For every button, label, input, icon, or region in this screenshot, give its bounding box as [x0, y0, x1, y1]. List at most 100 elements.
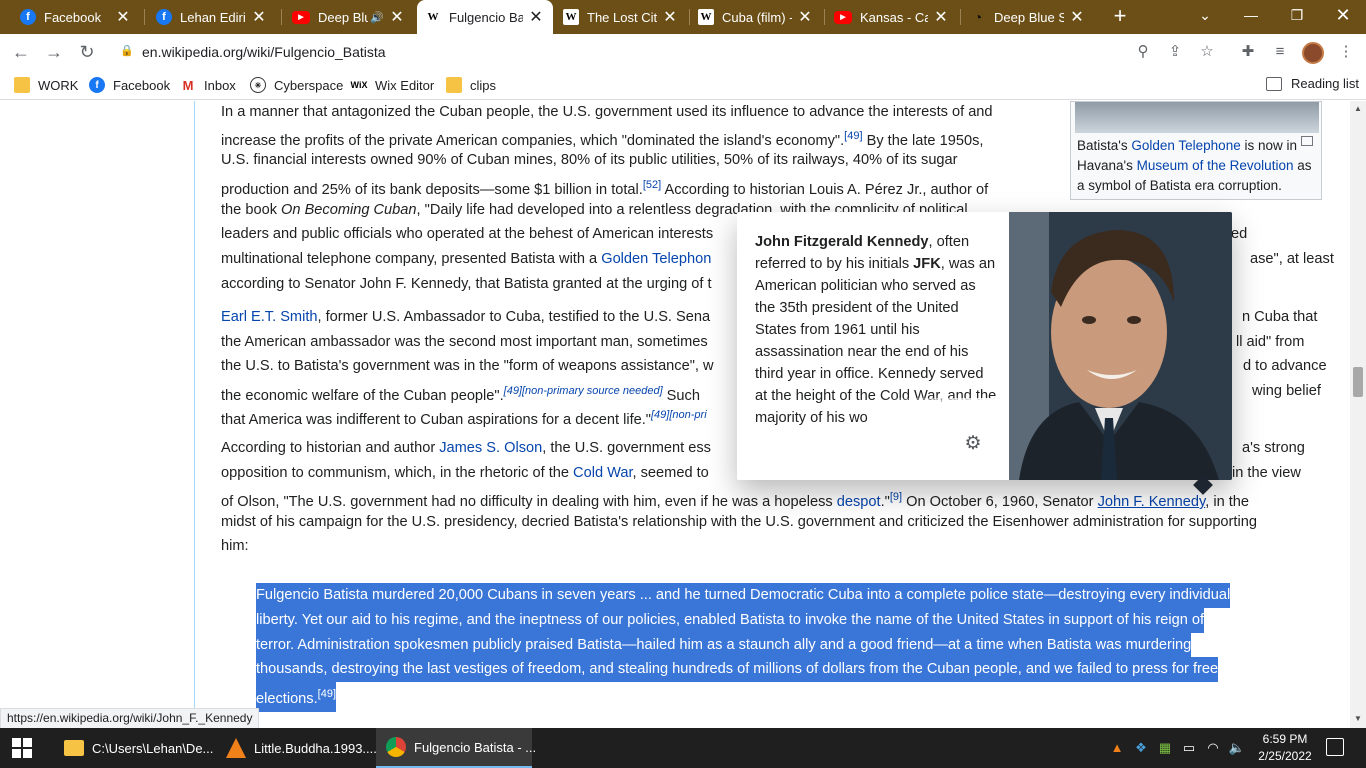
reading-list-label: Reading list — [1291, 76, 1359, 91]
golden-telephone-link[interactable]: Golden Telephon — [601, 251, 711, 267]
bookmark-cyberspace[interactable]: ✳ Cyberspace — [250, 76, 343, 94]
despot-link[interactable]: despot — [837, 494, 881, 510]
tab-cuba-film[interactable]: W Cuba (film) - ✕ — [690, 0, 822, 34]
share-icon[interactable]: ⇪ — [1166, 43, 1184, 61]
taskbar-chrome[interactable]: Fulgencio Batista - ... — [376, 728, 536, 768]
citation-link[interactable]: [49][non-primary source needed] — [504, 385, 663, 397]
close-icon[interactable]: ✕ — [796, 7, 814, 27]
tab-deep-blue-song[interactable]: ◔ Deep Blue So ✕ — [962, 0, 1094, 34]
text-line: d to advance — [1243, 358, 1327, 374]
reading-list-button[interactable]: Reading list — [1266, 76, 1359, 91]
forward-icon[interactable]: → — [42, 40, 66, 64]
tab-fulgencio-batista[interactable]: W Fulgencio Bat ✕ — [417, 0, 553, 34]
bookmark-label: WORK — [38, 77, 79, 93]
tab-lost-city[interactable]: W The Lost City ✕ — [555, 0, 687, 34]
text-line: U.S. financial interests owned 90% of Cu… — [221, 152, 958, 168]
citation-link[interactable]: [52] — [643, 179, 661, 191]
close-icon[interactable]: ✕ — [527, 7, 545, 27]
tab-strip: f Facebook ✕ f Lehan Edirisin ✕ ▶ Deep B… — [0, 0, 1366, 34]
volume-icon[interactable]: 🔈 — [1228, 738, 1246, 758]
taskbar-explorer[interactable]: C:\Users\Lehan\De... — [56, 728, 216, 768]
bookmark-star-icon[interactable]: ☆ — [1198, 43, 1216, 61]
james-olson-link[interactable]: James S. Olson — [439, 440, 542, 456]
facebook-icon: f — [20, 9, 36, 25]
text-line: opposition to communism, which, in the r… — [221, 461, 709, 486]
scroll-up-icon[interactable]: ▲ — [1353, 104, 1363, 114]
bookmark-facebook[interactable]: f Facebook — [89, 76, 170, 94]
settings-tray-icon[interactable]: ❖ — [1132, 738, 1150, 758]
notification-icon[interactable] — [1326, 738, 1344, 756]
extensions-icon[interactable]: ✚ — [1238, 42, 1258, 62]
text-line: a's strong — [1242, 440, 1305, 456]
citation-link[interactable]: [49] — [844, 130, 862, 142]
wifi-icon[interactable]: ◠ — [1204, 738, 1222, 758]
reload-icon[interactable]: ↻ — [75, 40, 99, 64]
window-close-icon[interactable]: ✕ — [1320, 0, 1366, 30]
text: According to historian Louis A. Pérez Jr… — [661, 182, 989, 198]
vlc-tray-icon[interactable]: ▲ — [1108, 738, 1126, 758]
page-preview-popup[interactable]: John Fitzgerald Kennedy, often referred … — [737, 212, 1232, 480]
avatar[interactable] — [1302, 42, 1324, 64]
back-icon[interactable]: ← — [9, 40, 33, 64]
tab-label: Deep Blue So — [994, 9, 1064, 25]
windows-start-icon[interactable] — [12, 738, 32, 758]
portrait-drawing — [1009, 212, 1232, 480]
scroll-down-icon[interactable]: ▼ — [1353, 714, 1363, 724]
tab-kansas[interactable]: ▶ Kansas - Carr ✕ — [826, 0, 958, 34]
menu-icon[interactable]: ⋮ — [1336, 42, 1356, 62]
minimize-icon[interactable]: — — [1228, 0, 1274, 30]
tab-deep-blue-youtube[interactable]: ▶ Deep Blu 🔊 ✕ — [284, 0, 414, 34]
image-caption: Batista's Golden Telephone is now in Hav… — [1077, 136, 1313, 196]
earl-smith-link[interactable]: Earl E.T. Smith — [221, 309, 318, 325]
app-tray-icon[interactable]: ▦ — [1156, 738, 1174, 758]
wikipedia-icon: W — [698, 9, 714, 25]
reading-list-icon — [1266, 76, 1282, 91]
text: By the late 1950s, — [862, 133, 984, 149]
golden-telephone-link[interactable]: Golden Telephone — [1131, 138, 1240, 153]
cold-war-link[interactable]: Cold War — [573, 465, 632, 481]
vlc-icon — [226, 738, 246, 758]
close-icon[interactable]: ✕ — [250, 7, 268, 27]
tab-lehan[interactable]: f Lehan Edirisin ✕ — [148, 0, 276, 34]
citation-link[interactable]: [49][non-pri — [651, 409, 707, 421]
taskbar-vlc[interactable]: Little.Buddha.1993.... — [218, 728, 377, 768]
kennedy-portrait[interactable] — [1009, 212, 1232, 480]
taskbar-label: C:\Users\Lehan\De... — [92, 740, 214, 756]
citation-link[interactable]: [9] — [890, 491, 902, 503]
new-tab-icon[interactable]: + — [1108, 4, 1132, 28]
system-clock[interactable]: 6:59 PM 2/25/2022 — [1252, 731, 1318, 765]
book-title: On Becoming Cuban — [281, 202, 417, 218]
gear-icon[interactable]: ⚙ — [962, 433, 984, 455]
address-bar[interactable]: 🔒 en.wikipedia.org/wiki/Fulgencio_Batist… — [108, 37, 1238, 67]
john-f-kennedy-link[interactable]: John F. Kennedy — [1098, 494, 1206, 510]
bookmark-wix-editor[interactable]: WiX Wix Editor — [351, 76, 435, 94]
text: elections. — [256, 691, 318, 707]
wikipedia-icon: W — [563, 9, 579, 25]
restore-icon[interactable]: ❐ — [1274, 0, 1320, 30]
golden-telephone-image[interactable] — [1075, 102, 1319, 133]
infobox-image-golden-telephone: Batista's Golden Telephone is now in Hav… — [1070, 101, 1322, 200]
museum-of-revolution-link[interactable]: Museum of the Revolution — [1137, 158, 1294, 173]
url-text[interactable]: en.wikipedia.org/wiki/Fulgencio_Batista — [142, 44, 386, 60]
tab-search-icon[interactable]: ⌄ — [1182, 0, 1228, 30]
media-control-icon[interactable]: ≡ — [1270, 42, 1290, 62]
bookmark-work[interactable]: WORK — [14, 76, 78, 94]
citation-link[interactable]: [49] — [318, 688, 336, 700]
bookmark-inbox[interactable]: M Inbox — [180, 76, 236, 94]
text-line: ase", at least — [1250, 251, 1334, 267]
close-icon[interactable]: ✕ — [1068, 7, 1086, 27]
bookmark-clips[interactable]: clips — [446, 76, 496, 94]
windows-taskbar: C:\Users\Lehan\De... Little.Buddha.1993.… — [0, 728, 1366, 768]
bookmark-label: clips — [470, 77, 497, 93]
close-icon[interactable]: ✕ — [661, 7, 679, 27]
wikipedia-icon: W — [425, 9, 441, 25]
zoom-icon[interactable]: ⚲ — [1134, 43, 1152, 61]
battery-icon[interactable]: ▭ — [1180, 738, 1198, 758]
close-icon[interactable]: ✕ — [388, 7, 406, 27]
page-scrollbar[interactable]: ▲ ▼ — [1350, 101, 1366, 728]
close-icon[interactable]: ✕ — [932, 7, 950, 27]
scroll-thumb[interactable] — [1353, 367, 1363, 397]
tab-facebook[interactable]: f Facebook ✕ — [12, 0, 140, 34]
close-icon[interactable]: ✕ — [114, 7, 132, 27]
audio-icon[interactable]: 🔊 — [370, 11, 384, 24]
